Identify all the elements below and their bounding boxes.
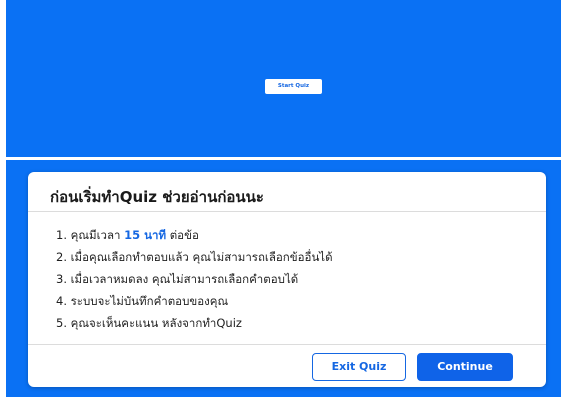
rule-item: 2. เมื่อคุณเลือกทำตอบแล้ว คุณไม่สามารถเล… bbox=[56, 250, 333, 264]
rules-list: 1. คุณมีเวลา 15 นาที ต่อข้อ 2. เมื่อคุณเ… bbox=[56, 228, 333, 338]
rule-text: 1. คุณมีเวลา bbox=[56, 228, 125, 242]
start-quiz-button[interactable]: Start Quiz bbox=[265, 79, 322, 94]
continue-button[interactable]: Continue bbox=[417, 353, 513, 381]
rule-text: ต่อข้อ bbox=[166, 228, 199, 242]
dialog-title: ก่อนเริ่มทำQuiz ช่วยอ่านก่อนนะ bbox=[50, 188, 264, 206]
rule-item: 5. คุณจะเห็นคะแนน หลังจากทำQuiz bbox=[56, 316, 242, 330]
rule-item: 4. ระบบจะไม่บันทึกคำตอบของคุณ bbox=[56, 294, 229, 308]
header-divider bbox=[28, 211, 546, 212]
footer-divider bbox=[28, 344, 546, 345]
rule-item: 3. เมื่อเวลาหมดลง คุณไม่สามารถเลือกคำตอบ… bbox=[56, 272, 299, 286]
rule-item: 1. คุณมีเวลา 15 นาที ต่อข้อ bbox=[56, 228, 333, 250]
quiz-rules-dialog: ก่อนเริ่มทำQuiz ช่วยอ่านก่อนนะ 1. คุณมีเ… bbox=[28, 172, 546, 387]
start-screen-panel: Start Quiz bbox=[6, 0, 561, 157]
exit-quiz-button[interactable]: Exit Quiz bbox=[312, 353, 406, 381]
time-limit-highlight: 15 นาที bbox=[124, 228, 167, 242]
